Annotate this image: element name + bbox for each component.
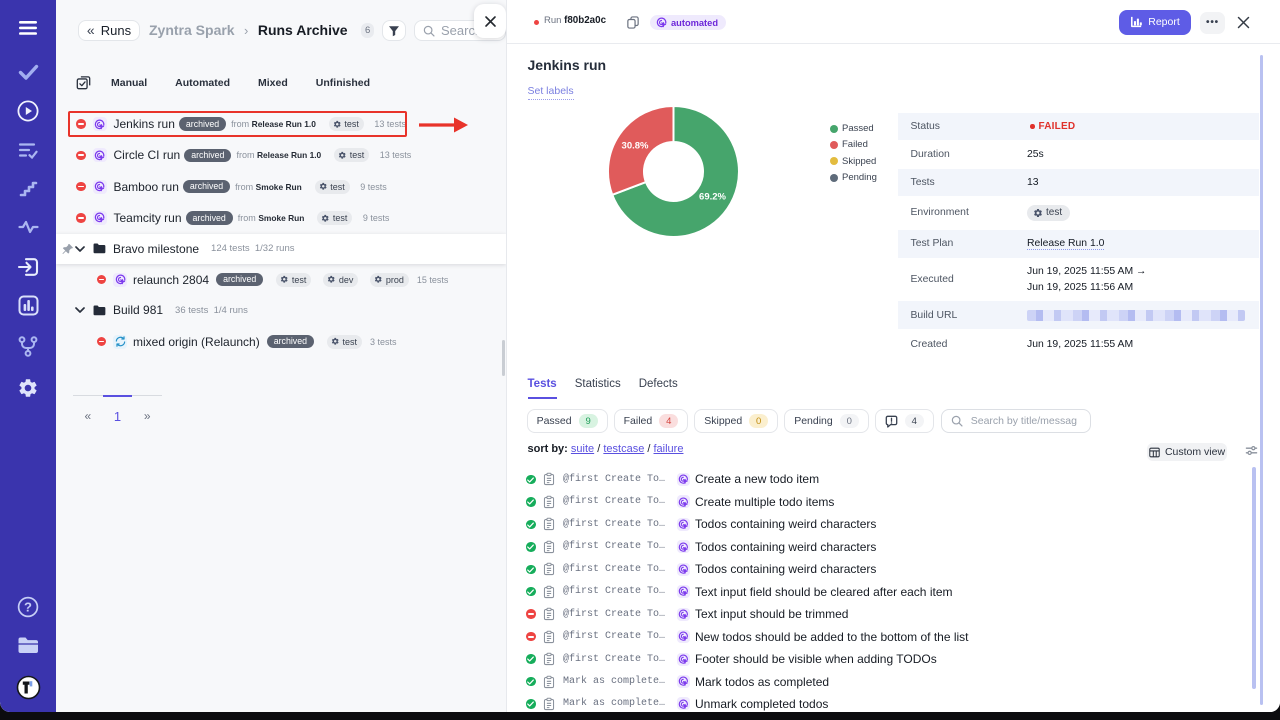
svg-text:30.8%: 30.8% <box>622 141 649 152</box>
svg-text:?: ? <box>24 600 32 615</box>
svg-text:69.2%: 69.2% <box>699 192 726 203</box>
